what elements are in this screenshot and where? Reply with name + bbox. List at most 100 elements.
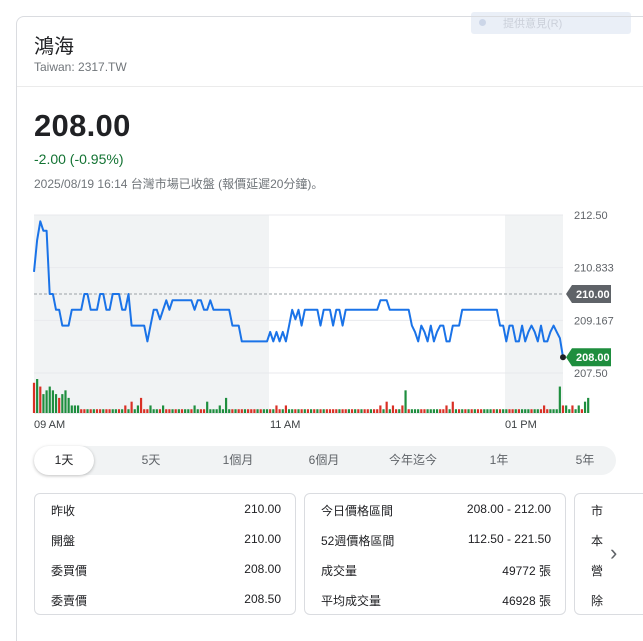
volume-bar: [527, 409, 530, 413]
volume-bar: [470, 409, 473, 413]
volume-bar: [149, 405, 152, 413]
volume-bar: [133, 409, 136, 413]
tab-5d[interactable]: 5天: [126, 446, 176, 475]
stat-row: 平均成交量 46928 張: [305, 584, 565, 614]
stat-value: 208.00: [244, 562, 281, 576]
volume-bar: [284, 405, 288, 413]
volume-bar: [363, 409, 366, 413]
tab-1y[interactable]: 1年: [478, 446, 520, 475]
volume-bar: [467, 409, 470, 413]
volume-bar: [187, 409, 190, 413]
x-tick-label: 09 AM: [34, 419, 65, 431]
volume-bar: [577, 405, 580, 413]
volume-bar: [272, 409, 275, 413]
volume-bar: [347, 409, 350, 413]
stat-row: 除: [575, 584, 643, 614]
volume-bar: [300, 409, 303, 413]
volume-bar: [319, 409, 322, 413]
tab-5y[interactable]: 5年: [564, 446, 606, 475]
volume-bar: [105, 409, 108, 413]
volume-bar: [171, 409, 174, 413]
volume-bar: [158, 409, 162, 413]
stat-label: 成交量: [321, 564, 358, 578]
volume-bar: [580, 409, 583, 413]
volume-bar: [121, 409, 124, 413]
tab-1m[interactable]: 1個月: [210, 446, 266, 475]
stat-label: 52週價格區間: [321, 534, 395, 548]
volume-bar: [54, 394, 58, 413]
volume-bar: [435, 409, 439, 413]
volume-bar: [228, 409, 231, 413]
volume-bar: [215, 409, 218, 413]
volume-bar: [464, 409, 467, 413]
volume-bar: [124, 405, 127, 413]
volume-bar: [67, 397, 70, 413]
volume-bar: [410, 409, 413, 413]
volume-bar: [237, 409, 240, 413]
stat-label: 營: [591, 564, 604, 578]
volume-bar: [165, 409, 168, 413]
volume-bar: [549, 409, 552, 413]
volume-bar: [95, 409, 99, 413]
volume-bar: [190, 409, 193, 413]
volume-bar: [303, 409, 306, 413]
next-page-arrow-icon[interactable]: ›: [610, 540, 617, 566]
volume-bar: [448, 409, 451, 413]
prev-close-badge-label: 210.00: [576, 289, 610, 301]
volume-bar: [495, 409, 498, 413]
stats-panel-middle: 今日價格區間 208.00 - 212.00 52週價格區間 112.50 - …: [304, 493, 566, 615]
volume-bar: [269, 409, 272, 413]
header-divider: [17, 86, 643, 87]
volume-bar: [439, 409, 442, 413]
volume-bar: [483, 409, 486, 413]
volume-bar: [454, 409, 458, 413]
volume-bar: [502, 409, 505, 413]
stat-row: 成交量 49772 張: [305, 554, 565, 584]
price-chart[interactable]: 212.50 210.833 209.167 207.50 210.00 208.00 09…: [0, 205, 643, 435]
volume-bar: [139, 397, 143, 413]
volume-bar: [313, 409, 316, 413]
session-shade: [505, 215, 563, 413]
volume-bar: [511, 409, 514, 413]
volume-bar: [51, 390, 54, 413]
stat-row: 委買價 208.00: [35, 554, 295, 584]
volume-bar: [61, 394, 64, 413]
volume-bar: [442, 409, 445, 413]
tab-6m[interactable]: 6個月: [296, 446, 352, 475]
stat-value: 210.00: [244, 532, 281, 546]
volume-bar: [492, 409, 495, 413]
volume-bar: [505, 409, 508, 413]
stat-label: 市: [591, 504, 604, 518]
volume-bar: [155, 409, 158, 413]
volume-bar: [108, 409, 111, 413]
volume-bar: [587, 397, 590, 413]
market-status: 2025/08/19 16:14 台灣市場已收盤 (報價延遲20分鐘)。: [34, 177, 324, 191]
stat-label: 昨收: [51, 504, 76, 518]
volume-bar: [360, 409, 363, 413]
y-tick-label: 207.50: [574, 368, 608, 380]
volume-bar: [565, 405, 568, 413]
volume-bar: [212, 409, 215, 413]
volume-bar: [202, 409, 206, 413]
stat-value: 208.50: [244, 592, 281, 606]
volume-bar: [426, 409, 429, 413]
session-shade: [34, 215, 269, 413]
volume-bar: [162, 405, 165, 413]
volume-bar: [240, 409, 243, 413]
volume-bar: [429, 409, 432, 413]
stat-value: 112.50 - 221.50: [467, 532, 551, 546]
volume-bar: [253, 409, 256, 413]
volume-bar: [480, 409, 483, 413]
volume-bar: [206, 401, 209, 413]
volume-bar: [168, 409, 171, 413]
volume-bar: [224, 397, 228, 413]
volume-bar: [231, 409, 234, 413]
stat-value: 49772 張: [502, 564, 551, 578]
volume-bar: [102, 409, 105, 413]
volume-bar: [574, 409, 577, 413]
range-tabs: 1天 5天 1個月 6個月 今年迄今 1年 5年: [34, 446, 616, 475]
tab-ytd[interactable]: 今年迄今: [382, 446, 444, 475]
tab-1d[interactable]: 1天: [34, 446, 94, 475]
volume-bar: [184, 409, 187, 413]
stat-row: 昨收 210.00: [35, 494, 295, 524]
